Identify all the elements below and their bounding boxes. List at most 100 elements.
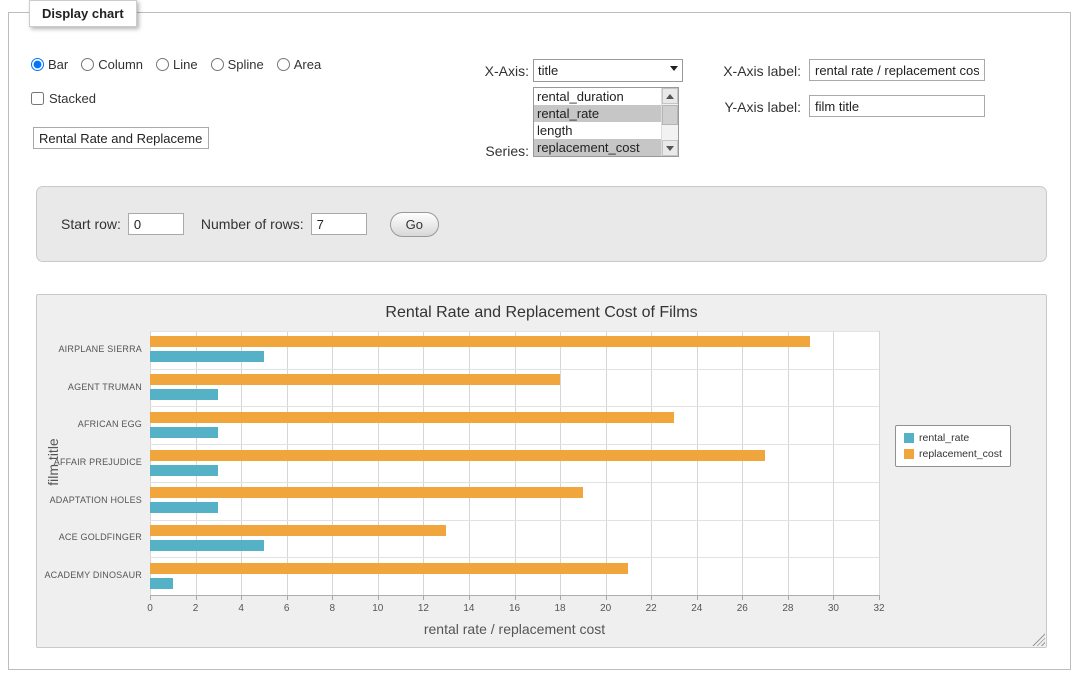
- series-option-replacement_cost[interactable]: replacement_cost: [534, 139, 661, 156]
- bar-replacement_cost: [150, 336, 810, 347]
- x-gridline: [150, 331, 151, 595]
- scrollbar-track[interactable]: [662, 125, 678, 140]
- series-option-rental_rate[interactable]: rental_rate: [534, 105, 661, 122]
- x-gridline: [423, 331, 424, 595]
- chart-title-input[interactable]: [33, 127, 209, 149]
- category-label: ACE GOLDFINGER: [38, 532, 142, 542]
- x-tick-label: 30: [818, 603, 848, 614]
- bar-rental_rate: [150, 502, 218, 513]
- radio-input-line[interactable]: [156, 58, 169, 71]
- chart-type-radio-column[interactable]: Column: [81, 57, 143, 72]
- chart-type-radio-line[interactable]: Line: [156, 57, 198, 72]
- radio-input-spline[interactable]: [211, 58, 224, 71]
- y-gridline: [150, 406, 879, 407]
- y-gridline: [150, 369, 879, 370]
- x-tick-label: 32: [864, 603, 894, 614]
- rows-panel: Start row: Number of rows: Go: [36, 186, 1047, 262]
- go-button[interactable]: Go: [390, 212, 439, 237]
- x-tick-label: 2: [181, 603, 211, 614]
- x-tick-label: 12: [408, 603, 438, 614]
- bar-rental_rate: [150, 540, 264, 551]
- radio-label: Area: [294, 57, 321, 72]
- chart-type-radio-bar[interactable]: Bar: [31, 57, 68, 72]
- bar-rental_rate: [150, 389, 218, 400]
- listbox-scrollbar[interactable]: [661, 88, 678, 156]
- chart-type-radio-group: Bar Column Line Spline Area: [31, 57, 321, 72]
- chart-legend: rental_rate replacement_cost: [895, 425, 1011, 467]
- x-gridline: [651, 331, 652, 595]
- x-gridline: [241, 331, 242, 595]
- bar-replacement_cost: [150, 374, 560, 385]
- x-axis-line: [150, 595, 880, 596]
- stacked-checkbox[interactable]: [31, 92, 44, 105]
- legend-swatch: [904, 433, 914, 443]
- bar-replacement_cost: [150, 525, 446, 536]
- bar-replacement_cost: [150, 450, 765, 461]
- x-gridline: [196, 331, 197, 595]
- chart-resize-handle[interactable]: [1032, 633, 1045, 646]
- x-axis-select-wrap: title: [533, 59, 683, 82]
- x-axis-title: rental rate / replacement cost: [150, 621, 879, 637]
- radio-input-area[interactable]: [277, 58, 290, 71]
- category-label: AIRPLANE SIERRA: [38, 344, 142, 354]
- stacked-checkbox-row[interactable]: Stacked: [31, 91, 96, 106]
- legend-item-rental_rate[interactable]: rental_rate: [904, 432, 1002, 444]
- radio-label: Bar: [48, 57, 68, 72]
- series-listbox-label: Series:: [429, 143, 529, 159]
- legend-label: rental_rate: [919, 432, 969, 444]
- x-gridline: [560, 331, 561, 595]
- scrollbar-thumb[interactable]: [662, 105, 678, 125]
- chart-type-radio-spline[interactable]: Spline: [211, 57, 264, 72]
- x-tick-label: 0: [135, 603, 165, 614]
- bar-rental_rate: [150, 465, 218, 476]
- x-tick-label: 8: [317, 603, 347, 614]
- x-tick-label: 28: [773, 603, 803, 614]
- chart-title: Rental Rate and Replacement Cost of Film…: [37, 304, 1046, 322]
- number-of-rows-label: Number of rows:: [201, 216, 304, 232]
- chart: Rental Rate and Replacement Cost of Film…: [36, 294, 1047, 648]
- x-axis-label-input[interactable]: [809, 59, 985, 81]
- x-tick-label: 24: [682, 603, 712, 614]
- radio-input-column[interactable]: [81, 58, 94, 71]
- bar-rental_rate: [150, 578, 173, 589]
- x-gridline: [287, 331, 288, 595]
- scroll-up-button[interactable]: [662, 88, 678, 104]
- number-of-rows-input[interactable]: [311, 213, 367, 235]
- legend-label: replacement_cost: [919, 448, 1002, 460]
- x-gridline: [742, 331, 743, 595]
- x-gridline: [833, 331, 834, 595]
- series-option-rental_duration[interactable]: rental_duration: [534, 88, 661, 105]
- y-axis-label-input[interactable]: [809, 95, 985, 117]
- category-label: ACADEMY DINOSAUR: [38, 570, 142, 580]
- arrow-up-icon: [666, 94, 674, 99]
- x-tick-label: 26: [727, 603, 757, 614]
- y-gridline: [150, 520, 879, 521]
- series-options: rental_durationrental_ratelengthreplacem…: [534, 88, 661, 156]
- chart-type-radio-area[interactable]: Area: [277, 57, 321, 72]
- y-gridline: [150, 482, 879, 483]
- x-gridline: [469, 331, 470, 595]
- display-chart-fieldset: Display chart BarColumnLineSplineArea St…: [8, 12, 1071, 670]
- stacked-label: Stacked: [49, 91, 96, 106]
- radio-label: Column: [98, 57, 143, 72]
- category-label: AGENT TRUMAN: [38, 382, 142, 392]
- series-listbox[interactable]: rental_durationrental_ratelengthreplacem…: [533, 87, 679, 157]
- bar-replacement_cost: [150, 412, 674, 423]
- x-gridline: [515, 331, 516, 595]
- start-row-input[interactable]: [128, 213, 184, 235]
- bar-rental_rate: [150, 351, 264, 362]
- x-tick-label: 20: [591, 603, 621, 614]
- x-tick-label: 6: [272, 603, 302, 614]
- x-tick-label: 14: [454, 603, 484, 614]
- y-axis-label-field-label: Y-Axis label:: [681, 99, 801, 115]
- radio-input-bar[interactable]: [31, 58, 44, 71]
- scroll-down-button[interactable]: [662, 140, 678, 156]
- x-axis-select[interactable]: title: [533, 59, 683, 82]
- y-gridline: [150, 444, 879, 445]
- x-axis-select-label: X-Axis:: [429, 63, 529, 79]
- legend-item-replacement_cost[interactable]: replacement_cost: [904, 448, 1002, 460]
- y-gridline: [150, 557, 879, 558]
- x-gridline: [879, 331, 880, 595]
- y-gridline: [150, 331, 879, 332]
- series-option-length[interactable]: length: [534, 122, 661, 139]
